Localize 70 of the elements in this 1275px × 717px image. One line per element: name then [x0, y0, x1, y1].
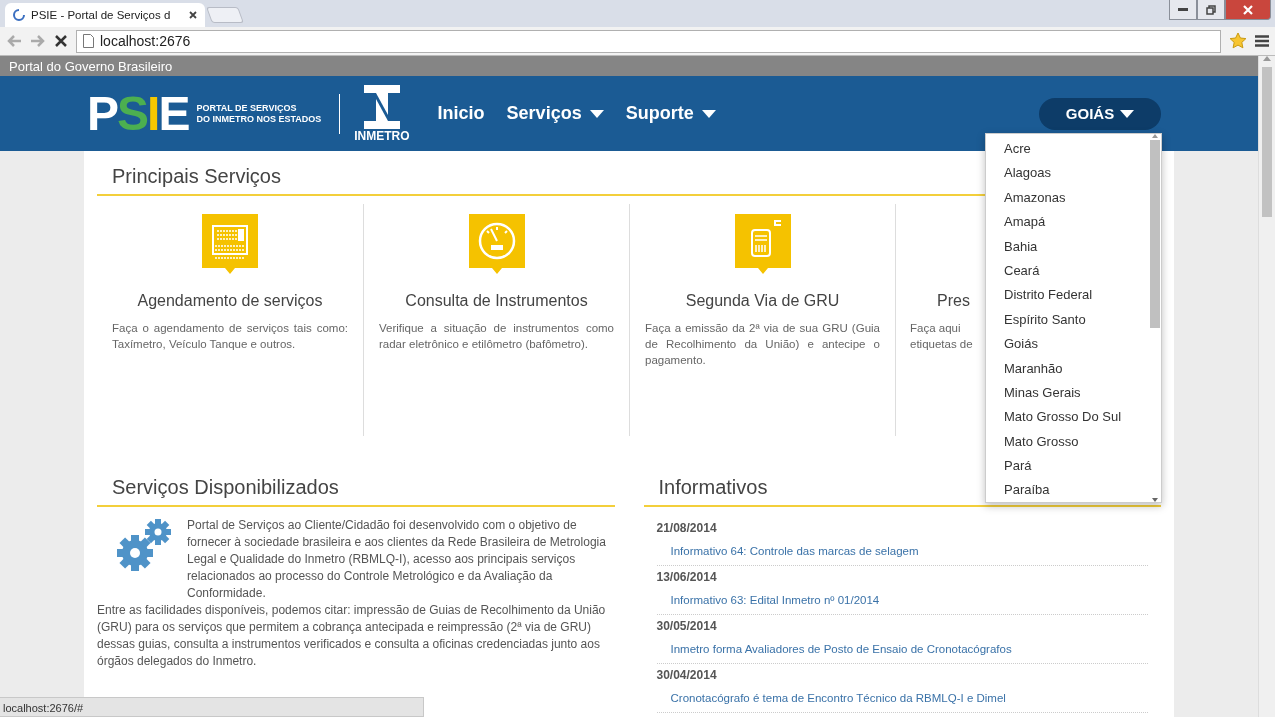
- nav-link[interactable]: Suporte: [625, 103, 716, 124]
- logo-subtitle: PORTAL DE SERVIÇOS DO INMETRO NOS ESTADOS: [196, 102, 322, 125]
- menu-icon[interactable]: [1255, 35, 1269, 47]
- state-option[interactable]: Espírito Santo: [986, 307, 1149, 333]
- news-date: 30/04/2014: [656, 668, 718, 682]
- caret-icon: [1120, 109, 1135, 118]
- address-field[interactable]: localhost:2676: [76, 29, 1221, 53]
- state-option[interactable]: Mato Grosso Do Sul: [986, 405, 1149, 430]
- gauge-icon: [468, 214, 525, 276]
- scrollbar-thumb[interactable]: [1262, 67, 1272, 217]
- state-option[interactable]: Paraíba: [986, 478, 1149, 503]
- state-option[interactable]: Distrito Federal: [986, 283, 1149, 308]
- back-icon[interactable]: [6, 34, 22, 48]
- nav-link[interactable]: Serviços: [506, 103, 604, 124]
- state-selector-button[interactable]: GOIÁS: [1039, 97, 1161, 130]
- state-option[interactable]: Acre: [986, 137, 1149, 162]
- nav-link[interactable]: Inicio: [437, 103, 485, 124]
- state-option[interactable]: Goiás: [986, 332, 1149, 357]
- stop-icon[interactable]: [54, 34, 68, 48]
- state-option[interactable]: Pará: [986, 454, 1149, 479]
- scrollbar-thumb[interactable]: [1150, 140, 1160, 328]
- calendar-icon: [202, 214, 258, 276]
- close-icon[interactable]: [189, 11, 197, 19]
- browser-tab[interactable]: PSIE - Portal de Serviços d: [5, 3, 205, 27]
- status-bar: localhost:2676/#: [0, 697, 424, 717]
- state-option[interactable]: Ceará: [986, 258, 1149, 284]
- description-paragraph: Portal de Serviços ao Cliente/Cidadão foi desenvolvido com o objetivo de fornecer à sociedade brasileira e aos clientes da Rede Brasileira de Metrologia Legal e Qualidade do Inmetro (RBMLQ-I), acesso aos principais serviços relacionados ao processo do Controle Metrológico e da Avaliação da Conformidade.: [187, 517, 607, 602]
- state-option[interactable]: Mato Grosso: [986, 429, 1149, 455]
- news-date: 13/06/2014: [656, 570, 718, 584]
- state-option[interactable]: Maranhão: [986, 356, 1149, 381]
- description-paragraph: Entre as facilidades disponíveis, podemos citar: impressão de Guias de Recolhimento da União (GRU) para os serviços que permitem a cobrança antecipada e reimpressão (2ª via de GRU) dessas guias, consulta a instrumentos verificados e consulta a oficinas credenciadas junto aos órgãos delegados do Inmetro.: [97, 602, 607, 670]
- news-link[interactable]: Informativo 64: Controle das marcas de selagem: [656, 535, 1148, 566]
- service-description: Faça aqui: [910, 321, 961, 336]
- page-scrollbar[interactable]: [1258, 56, 1275, 717]
- service-title[interactable]: Agendamento de serviços: [137, 292, 323, 310]
- inmetro-logo-icon: [361, 84, 402, 129]
- news-link[interactable]: Informativo 63: Edital Inmetro nº 01/2014: [656, 584, 1148, 615]
- page-icon: [83, 34, 94, 48]
- section-title: Serviços Disponibilizados: [97, 476, 615, 507]
- scroll-down-icon[interactable]: [1152, 498, 1158, 502]
- restore-icon: [1206, 4, 1216, 15]
- state-option[interactable]: Minas Gerais: [986, 380, 1149, 406]
- inmetro-label: INMETRO: [354, 128, 410, 143]
- scroll-up-icon[interactable]: [1152, 134, 1158, 138]
- close-icon: [1243, 4, 1253, 15]
- state-option[interactable]: Bahia: [986, 234, 1149, 259]
- government-bar[interactable]: Portal do Governo Brasileiro: [0, 56, 1258, 76]
- caret-icon: [701, 109, 716, 118]
- service-description: etiquetas de: [910, 337, 973, 352]
- news-date: 30/05/2014: [656, 619, 718, 633]
- caret-icon: [589, 109, 604, 118]
- service-description: Faça o agendamento de serviços tais como: Taxímetro, Veículo Tanque e outros.: [112, 321, 348, 352]
- close-button[interactable]: [1225, 0, 1271, 20]
- service-description: Faça a emissão da 2ª via de sua GRU (Guia de Recolhimento da União) e antecipe o pagamento.: [645, 321, 880, 368]
- service-title[interactable]: Segunda Via de GRU: [685, 292, 840, 310]
- service-description: Verifique a situação de instrumentos como radar eletrônico e etilômetro (bafômetro).: [379, 321, 614, 352]
- restore-button[interactable]: [1197, 0, 1225, 20]
- service-title[interactable]: Consulta de Instrumentos: [405, 292, 588, 310]
- news-date: 21/08/2014: [656, 521, 718, 535]
- news-link[interactable]: Cronotacógrafo é tema de Encontro Técnico da RBMLQ-I e Dimel: [656, 682, 1148, 713]
- minimize-button[interactable]: [1169, 0, 1197, 20]
- service-title[interactable]: Pres: [937, 292, 970, 310]
- new-tab-button[interactable]: [206, 7, 244, 23]
- forward-icon[interactable]: [30, 34, 46, 48]
- news-link[interactable]: Inmetro forma Avaliadores de Posto de Ensaio de Cronotacógrafos: [656, 633, 1148, 664]
- star-icon[interactable]: [1229, 32, 1247, 50]
- receipt-icon: [734, 214, 791, 276]
- psie-logo[interactable]: PSIE: [87, 89, 189, 138]
- state-option[interactable]: Amapá: [986, 210, 1149, 235]
- minimize-icon: [1178, 7, 1188, 12]
